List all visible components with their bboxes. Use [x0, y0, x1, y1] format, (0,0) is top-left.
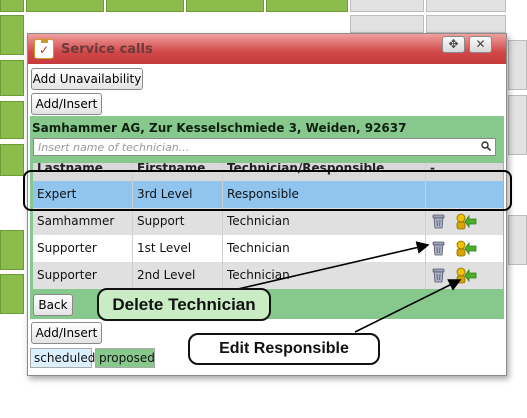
technician-search-input[interactable]: Insert name of technician...	[33, 138, 496, 156]
legend-scheduled: scheduled	[30, 348, 95, 368]
lastname-cell: Samhammer	[33, 208, 133, 235]
legend-proposed: proposed	[95, 348, 155, 368]
calendar-cell	[26, 0, 104, 12]
role-cell: Technician	[223, 208, 426, 235]
calendar-cell	[266, 0, 348, 12]
calendar-cell	[0, 15, 24, 55]
calendar-cell	[0, 60, 24, 96]
lastname-cell: Supporter	[33, 235, 133, 262]
firstname-cell: Support	[133, 208, 223, 235]
search-placeholder: Insert name of technician...	[38, 141, 190, 154]
back-button[interactable]: Back	[33, 294, 73, 316]
calendar-cell	[186, 0, 264, 12]
search-icon[interactable]	[481, 141, 491, 151]
customer-address: Samhammer AG, Zur Kesselschmiede 3, Weid…	[32, 121, 407, 135]
calendar-cell	[350, 0, 424, 12]
edit-responsible-icon[interactable]	[455, 240, 477, 257]
table-row[interactable]: Samhammer Support Technician	[33, 208, 503, 235]
edit-responsible-icon[interactable]	[455, 213, 477, 230]
calendar-cell	[426, 15, 506, 33]
edit-responsible-callout: Edit Responsible	[188, 333, 380, 365]
calendar-cell	[426, 0, 506, 12]
actions-cell	[426, 208, 503, 235]
add-insert-button-bottom[interactable]: Add/Insert	[31, 322, 102, 344]
dialog-titlebar[interactable]: ✓ Service calls ✥ ✕	[28, 34, 506, 64]
add-insert-button-top[interactable]: Add/Insert	[31, 93, 102, 115]
calendar-cell	[0, 274, 24, 314]
maximize-icon[interactable]: ✥	[442, 36, 465, 53]
calendar-cell	[0, 144, 24, 176]
firstname-cell: 1st Level	[133, 235, 223, 262]
table-row[interactable]: Supporter 1st Level Technician	[33, 235, 503, 262]
calendar-cell	[0, 0, 24, 12]
calendar-cell	[0, 230, 24, 270]
role-cell: Technician	[223, 235, 426, 262]
calendar-cell	[0, 101, 24, 139]
calendar-cell	[106, 0, 184, 12]
selected-row-highlight	[23, 170, 512, 211]
calendar-cell	[508, 40, 527, 90]
calendar-cell	[508, 215, 527, 265]
calendar-cell	[508, 95, 527, 155]
role-cell: Technician	[223, 262, 426, 289]
actions-cell	[426, 262, 503, 289]
calendar-cell	[350, 15, 424, 33]
firstname-cell: 2nd Level	[133, 262, 223, 289]
edit-responsible-icon[interactable]	[455, 267, 477, 284]
table-row[interactable]: Supporter 2nd Level Technician	[33, 262, 503, 289]
clipboard-icon: ✓	[34, 39, 54, 59]
actions-cell	[426, 235, 503, 262]
close-icon[interactable]: ✕	[469, 36, 492, 53]
add-unavailability-button[interactable]: Add Unavailability	[31, 68, 143, 90]
dialog-title: Service calls	[61, 42, 153, 57]
trash-icon[interactable]	[432, 241, 445, 256]
lastname-cell: Supporter	[33, 262, 133, 289]
trash-icon[interactable]	[432, 214, 445, 229]
delete-technician-callout: Delete Technician	[97, 288, 271, 321]
trash-icon[interactable]	[432, 268, 445, 283]
